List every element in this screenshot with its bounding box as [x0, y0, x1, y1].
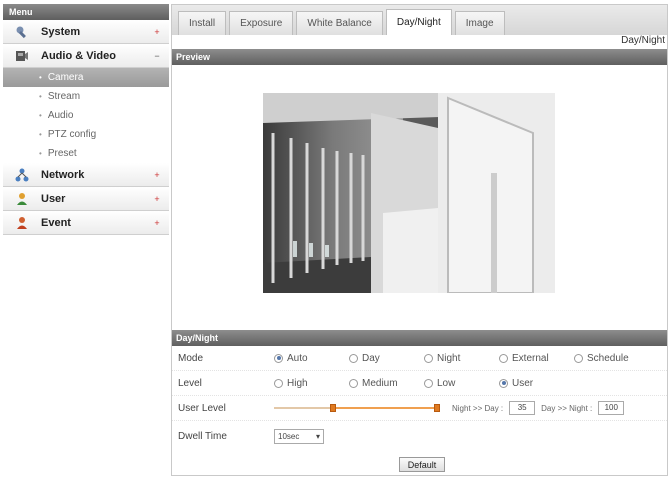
tab-image[interactable]: Image: [454, 11, 505, 35]
bullet-icon: •: [39, 130, 42, 139]
sidebar-subitem-label: Audio: [47, 110, 74, 121]
event-icon: [15, 216, 29, 230]
radio-icon: [424, 353, 433, 363]
day-to-night-label: Day >> Night :: [541, 403, 593, 413]
level-row: Level High Medium Low User: [172, 371, 667, 396]
radio-label: External: [512, 352, 549, 364]
radio-label: Low: [437, 377, 456, 389]
radio-label: Night: [437, 352, 461, 364]
radio-icon: [499, 378, 508, 388]
dwell-time-value: 10sec: [278, 431, 300, 441]
preview-area: [172, 65, 667, 323]
radio-icon: [499, 353, 508, 363]
sidebar-menu: Menu System + Audio & Video − • Camera •…: [3, 4, 169, 235]
expand-icon[interactable]: +: [151, 27, 163, 37]
bullet-icon: •: [39, 73, 42, 82]
level-label: Level: [178, 377, 202, 389]
sidebar-subitem-ptz-config[interactable]: • PTZ config: [3, 125, 169, 144]
camera-icon: [15, 49, 29, 63]
bullet-icon: •: [39, 111, 42, 120]
user-icon: [15, 192, 29, 206]
expand-icon[interactable]: +: [151, 170, 163, 180]
mode-row: Mode Auto Day Night External Schedule: [172, 346, 667, 371]
sidebar-item-label: Network: [41, 168, 85, 181]
sidebar-item-network[interactable]: Network +: [3, 163, 169, 187]
radio-label: User: [512, 377, 534, 389]
tab-white-balance[interactable]: White Balance: [296, 11, 383, 35]
sidebar-item-audio-video[interactable]: Audio & Video −: [3, 44, 169, 68]
breadcrumb: Day/Night: [621, 35, 665, 46]
expand-icon[interactable]: +: [151, 194, 163, 204]
main-panel: Install Exposure White Balance Day/Night…: [171, 4, 668, 476]
radio-label: Schedule: [587, 352, 629, 364]
expand-icon[interactable]: +: [151, 218, 163, 228]
mode-label: Mode: [178, 352, 204, 364]
dwell-time-label: Dwell Time: [178, 430, 227, 442]
level-medium-radio[interactable]: Medium: [349, 378, 424, 389]
sidebar-subitem-label: Preset: [47, 148, 77, 159]
sidebar-item-label: System: [41, 25, 81, 38]
slider-high-handle[interactable]: [434, 404, 440, 412]
radio-icon: [424, 378, 433, 388]
wrench-icon: [15, 25, 29, 39]
collapse-icon[interactable]: −: [151, 51, 163, 61]
sidebar-subitem-camera[interactable]: • Camera: [3, 68, 169, 87]
sidebar-subitem-label: PTZ config: [47, 129, 97, 140]
menu-header: Menu: [3, 4, 169, 20]
sidebar-item-event[interactable]: Event +: [3, 211, 169, 235]
radio-label: Day: [362, 352, 380, 364]
radio-icon: [274, 353, 283, 363]
user-level-label: User Level: [178, 402, 226, 414]
level-user-radio[interactable]: User: [499, 378, 574, 389]
night-to-day-input[interactable]: 35: [509, 401, 536, 415]
bullet-icon: •: [39, 149, 42, 158]
preview-header: Preview: [172, 49, 667, 65]
daynight-header: Day/Night: [172, 330, 667, 346]
bullet-icon: •: [39, 92, 42, 101]
camera-preview-image: [263, 93, 555, 293]
mode-external-radio[interactable]: External: [499, 353, 574, 364]
slider-range-fill: [333, 407, 437, 409]
mode-day-radio[interactable]: Day: [349, 353, 424, 364]
tab-day-night[interactable]: Day/Night: [385, 9, 452, 35]
dwell-time-row: Dwell Time 10sec ▾: [172, 421, 667, 451]
mode-schedule-radio[interactable]: Schedule: [574, 353, 649, 364]
radio-label: Auto: [287, 352, 308, 364]
network-icon: [15, 168, 29, 182]
night-to-day-label: Night >> Day :: [452, 403, 504, 413]
sidebar-subitem-preset[interactable]: • Preset: [3, 144, 169, 163]
sidebar-item-label: Event: [41, 216, 71, 229]
slider-low-handle[interactable]: [330, 404, 336, 412]
dwell-time-select[interactable]: 10sec ▾: [274, 428, 324, 444]
default-button[interactable]: Default: [399, 457, 445, 472]
radio-icon: [349, 378, 358, 388]
sidebar-subitem-stream[interactable]: • Stream: [3, 87, 169, 106]
tab-install[interactable]: Install: [178, 11, 227, 35]
sidebar-item-label: Audio & Video: [41, 49, 116, 62]
sidebar-item-user[interactable]: User +: [3, 187, 169, 211]
tab-bar: Install Exposure White Balance Day/Night…: [172, 5, 667, 35]
user-level-slider[interactable]: [274, 404, 440, 412]
day-to-night-input[interactable]: 100: [598, 401, 625, 415]
radio-label: Medium: [362, 377, 398, 389]
level-high-radio[interactable]: High: [274, 378, 349, 389]
radio-label: High: [287, 377, 308, 389]
mode-night-radio[interactable]: Night: [424, 353, 499, 364]
tab-exposure[interactable]: Exposure: [229, 11, 294, 35]
sidebar-subitem-label: Camera: [47, 72, 84, 83]
mode-auto-radio[interactable]: Auto: [274, 353, 349, 364]
chevron-down-icon: ▾: [315, 431, 320, 441]
radio-icon: [349, 353, 358, 363]
sidebar-item-system[interactable]: System +: [3, 20, 169, 44]
radio-icon: [274, 378, 283, 388]
sidebar-subitem-label: Stream: [47, 91, 81, 102]
sidebar-item-label: User: [41, 192, 66, 205]
sidebar-subitem-audio[interactable]: • Audio: [3, 106, 169, 125]
user-level-row: User Level Night >> Day : 35 Day >> Nigh…: [172, 396, 667, 421]
radio-icon: [574, 353, 583, 363]
level-low-radio[interactable]: Low: [424, 378, 499, 389]
